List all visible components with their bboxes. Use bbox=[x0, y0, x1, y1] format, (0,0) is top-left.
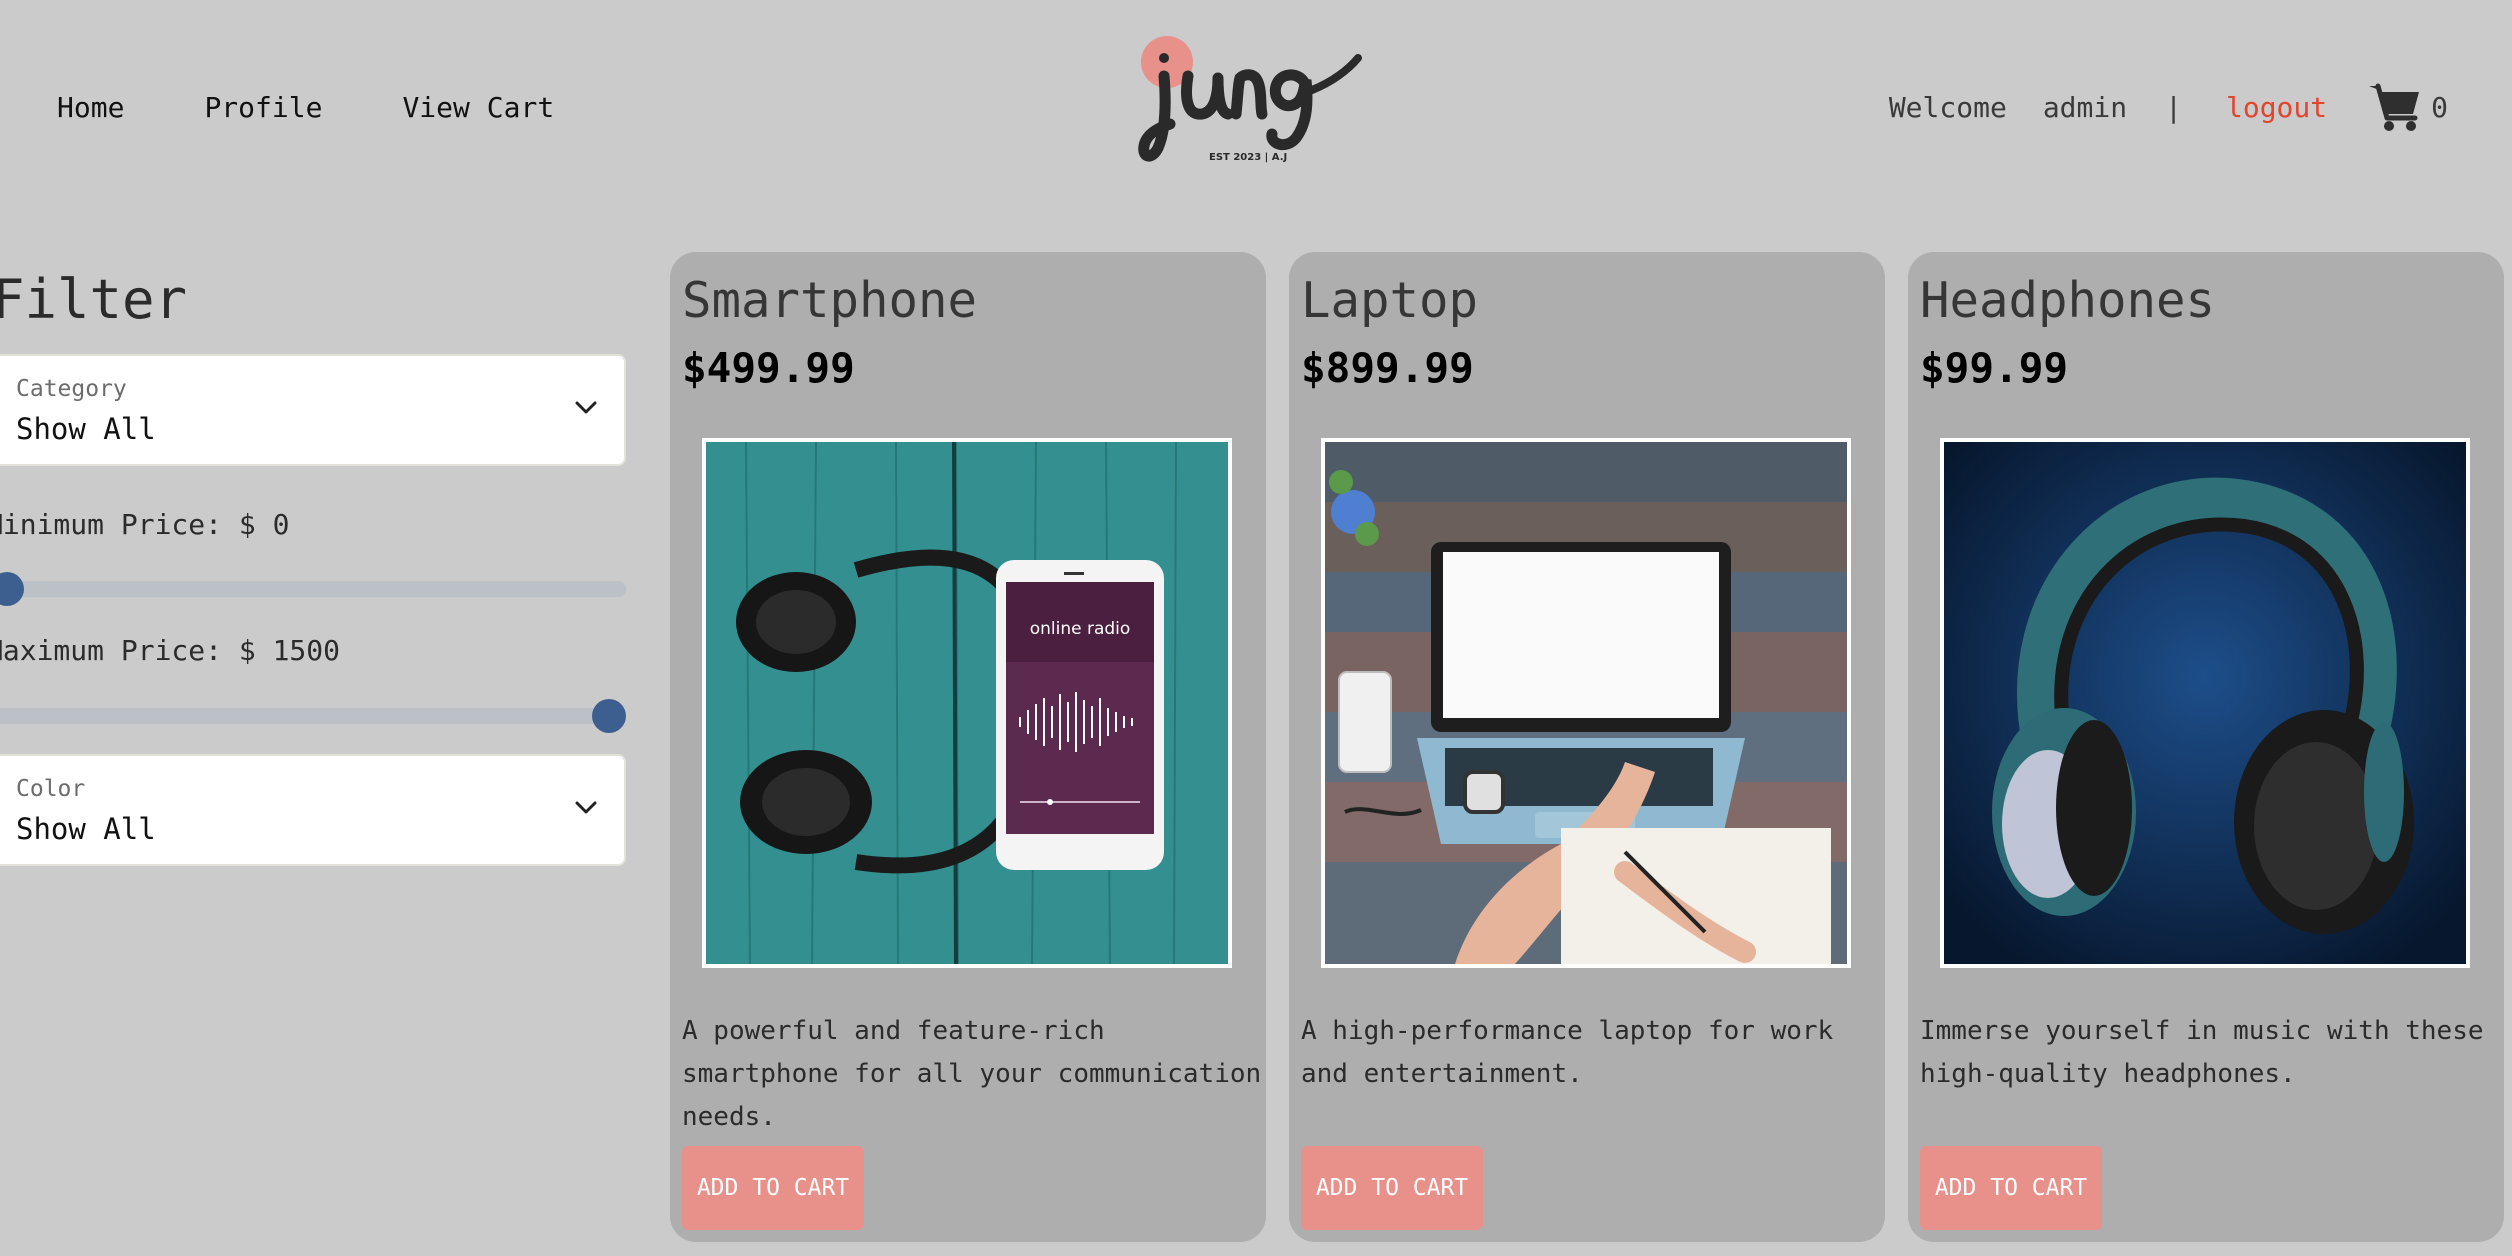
product-price: $899.99 bbox=[1301, 344, 1474, 392]
main-nav: Home Profile View Cart bbox=[0, 82, 554, 132]
product-card: Laptop $899.99 A high-performance laptop… bbox=[1289, 252, 1885, 1242]
product-price: $499.99 bbox=[682, 344, 855, 392]
nav-profile-link[interactable]: Profile bbox=[204, 91, 322, 124]
max-price-slider[interactable] bbox=[0, 699, 626, 733]
product-card: Headphones $99.99 Immerse yourself in mu… bbox=[1908, 252, 2504, 1242]
user-nav: Welcome admin | logout 0 bbox=[1889, 82, 2448, 132]
product-description: Immerse yourself in music with these hig… bbox=[1920, 1016, 2484, 1089]
slider-thumb[interactable] bbox=[592, 699, 626, 733]
color-select[interactable]: Color Show All bbox=[0, 754, 626, 866]
nav-separator: | bbox=[2165, 90, 2182, 124]
chevron-down-icon bbox=[575, 801, 597, 814]
product-name: Headphones bbox=[1920, 272, 2216, 329]
min-price-slider[interactable] bbox=[0, 572, 626, 606]
shopping-cart-icon bbox=[2369, 83, 2420, 131]
nav-home-link[interactable]: Home bbox=[57, 91, 124, 124]
add-to-cart-button[interactable]: ADD TO CART bbox=[682, 1146, 864, 1230]
product-price: $99.99 bbox=[1920, 344, 2069, 392]
username-text: admin bbox=[2042, 90, 2128, 124]
min-price-label: Minimum Price: $ 0 bbox=[0, 508, 290, 541]
product-image bbox=[1940, 438, 2470, 968]
chevron-down-icon bbox=[575, 401, 597, 414]
max-price-label: Maximum Price: $ 1500 bbox=[0, 634, 341, 667]
product-name: Smartphone bbox=[682, 272, 978, 329]
product-image: online radio bbox=[702, 438, 1232, 968]
category-select-value: Show All bbox=[16, 412, 156, 446]
logout-link[interactable]: logout bbox=[2226, 91, 2327, 124]
category-select-label: Category bbox=[16, 376, 127, 402]
phone-screen-text: online radio bbox=[1030, 619, 1131, 639]
add-to-cart-button[interactable]: ADD TO CART bbox=[1301, 1146, 1483, 1230]
brand-logo-image: EST 2023 | A.J bbox=[1138, 36, 1362, 163]
filter-title: Filter bbox=[0, 268, 188, 331]
nav-view-cart-link[interactable]: View Cart bbox=[402, 91, 554, 124]
slider-thumb[interactable] bbox=[0, 572, 24, 606]
product-card: Smartphone $499.99 online radio A powerf… bbox=[670, 252, 1266, 1242]
logo-tagline: EST 2023 | A.J bbox=[1209, 152, 1287, 163]
color-select-label: Color bbox=[16, 776, 86, 802]
product-description: A high-performance laptop for work and e… bbox=[1301, 1016, 1834, 1089]
category-select[interactable]: Category Show All bbox=[0, 354, 626, 466]
color-select-value: Show All bbox=[16, 812, 156, 846]
brand-logo[interactable]: EST 2023 | A.J bbox=[1136, 30, 1364, 172]
cart-count: 0 bbox=[2431, 90, 2448, 124]
product-name: Laptop bbox=[1301, 272, 1479, 329]
add-to-cart-button[interactable]: ADD TO CART bbox=[1920, 1146, 2102, 1230]
slider-track bbox=[0, 708, 626, 724]
slider-track bbox=[0, 581, 626, 597]
product-image bbox=[1321, 438, 1851, 968]
cart-button[interactable]: 0 bbox=[2367, 82, 2448, 132]
welcome-text: Welcome bbox=[1888, 90, 2007, 124]
product-description: A powerful and feature-rich smartphone f… bbox=[682, 1016, 1262, 1132]
